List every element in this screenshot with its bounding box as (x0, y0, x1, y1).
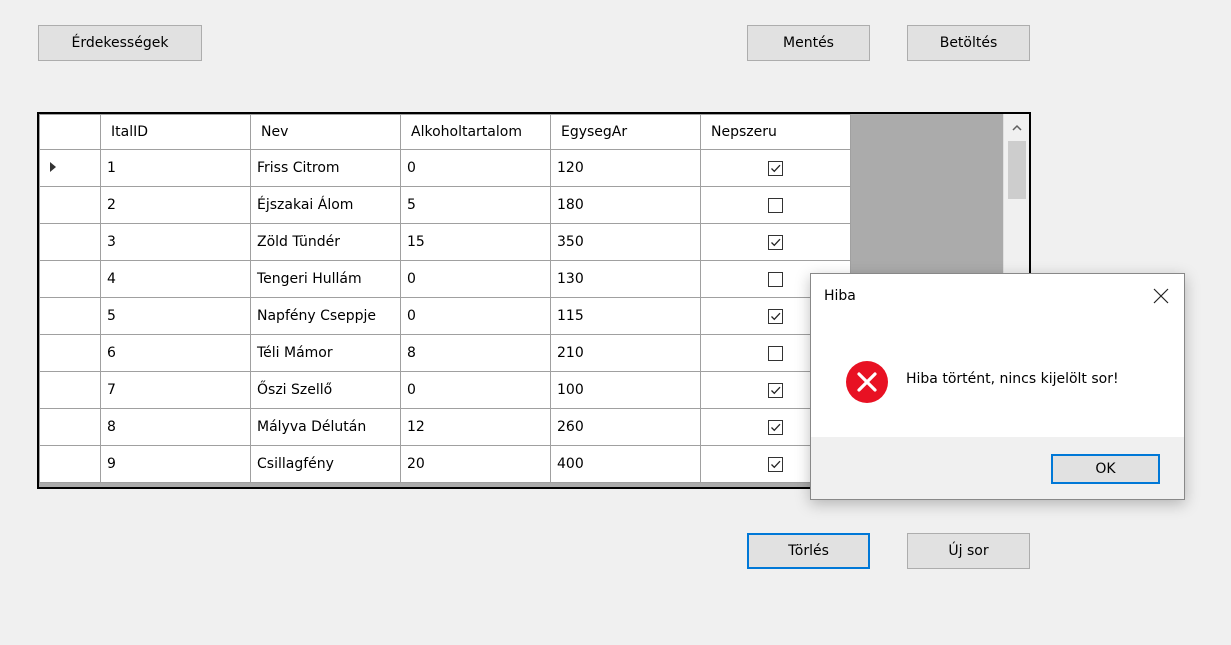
cell-alkoholtartalom[interactable]: 0 (400, 260, 551, 298)
cell-egysegar[interactable]: 115 (550, 297, 701, 335)
interests-button[interactable]: Érdekességek (38, 25, 202, 61)
table-row[interactable]: 6 Téli Mámor 8 210 (39, 334, 851, 372)
cell-egysegar[interactable]: 180 (550, 186, 701, 224)
checked-checkbox[interactable] (768, 160, 783, 176)
cell-alkoholtartalom[interactable]: 20 (400, 445, 551, 483)
row-header[interactable] (39, 149, 101, 187)
cell-alkoholtartalom[interactable]: 0 (400, 149, 551, 187)
cell-egysegar[interactable]: 130 (550, 260, 701, 298)
cell-italid[interactable]: 2 (100, 186, 251, 224)
cell-nev[interactable]: Mályva Délután (250, 408, 401, 446)
checked-checkbox[interactable] (768, 419, 783, 435)
row-header[interactable] (39, 445, 101, 483)
delete-button[interactable]: Törlés (747, 533, 870, 569)
column-header-egysegar[interactable]: EgysegAr (550, 114, 701, 150)
row-header[interactable] (39, 408, 101, 446)
scroll-up-arrow-icon[interactable] (1004, 114, 1029, 140)
table-row[interactable]: 2 Éjszakai Álom 5 180 (39, 186, 851, 224)
unchecked-checkbox[interactable] (768, 271, 783, 287)
row-header[interactable] (39, 297, 101, 335)
column-header-italid[interactable]: ItalID (100, 114, 251, 150)
cell-alkoholtartalom[interactable]: 0 (400, 371, 551, 409)
cell-nepszeru[interactable] (700, 186, 851, 224)
cell-nev[interactable]: Őszi Szellő (250, 371, 401, 409)
cell-nepszeru[interactable] (700, 149, 851, 187)
row-header-corner[interactable] (39, 114, 101, 150)
cell-egysegar[interactable]: 350 (550, 223, 701, 261)
cell-alkoholtartalom[interactable]: 8 (400, 334, 551, 372)
current-row-arrow-icon (50, 162, 56, 172)
table-row[interactable]: 3 Zöld Tündér 15 350 (39, 223, 851, 261)
cell-alkoholtartalom[interactable]: 5 (400, 186, 551, 224)
row-header[interactable] (39, 371, 101, 409)
cell-nepszeru[interactable] (700, 223, 851, 261)
cell-nev[interactable]: Napfény Cseppje (250, 297, 401, 335)
cell-italid[interactable]: 4 (100, 260, 251, 298)
save-button[interactable]: Mentés (747, 25, 870, 61)
cell-italid[interactable]: 3 (100, 223, 251, 261)
checked-checkbox[interactable] (768, 456, 783, 472)
dialog-footer: OK (811, 437, 1184, 499)
close-icon[interactable] (1152, 287, 1170, 305)
cell-nev[interactable]: Éjszakai Álom (250, 186, 401, 224)
new-row-button[interactable]: Új sor (907, 533, 1030, 569)
column-header-alkoholtartalom[interactable]: Alkoholtartalom (400, 114, 551, 150)
cell-egysegar[interactable]: 260 (550, 408, 701, 446)
unchecked-checkbox[interactable] (768, 345, 783, 361)
cell-egysegar[interactable]: 100 (550, 371, 701, 409)
row-header[interactable] (39, 223, 101, 261)
cell-alkoholtartalom[interactable]: 12 (400, 408, 551, 446)
row-header[interactable] (39, 186, 101, 224)
cell-alkoholtartalom[interactable]: 15 (400, 223, 551, 261)
ok-button[interactable]: OK (1051, 454, 1160, 484)
dialog-message: Hiba történt, nincs kijelölt sor! (906, 371, 1119, 387)
unchecked-checkbox[interactable] (768, 197, 783, 213)
table-row[interactable]: 8 Mályva Délután 12 260 (39, 408, 851, 446)
cell-italid[interactable]: 7 (100, 371, 251, 409)
cell-nev[interactable]: Csillagfény (250, 445, 401, 483)
cell-nev[interactable]: Tengeri Hullám (250, 260, 401, 298)
table-row[interactable]: 7 Őszi Szellő 0 100 (39, 371, 851, 409)
checked-checkbox[interactable] (768, 308, 783, 324)
table-row[interactable]: 4 Tengeri Hullám 0 130 (39, 260, 851, 298)
cell-egysegar[interactable]: 120 (550, 149, 701, 187)
scrollbar-thumb[interactable] (1008, 141, 1026, 199)
grid-header-row: ItalID Nev Alkoholtartalom EgysegAr Neps… (39, 114, 851, 150)
row-header[interactable] (39, 334, 101, 372)
cell-italid[interactable]: 5 (100, 297, 251, 335)
column-header-nepszeru[interactable]: Nepszeru (700, 114, 851, 150)
dialog-title: Hiba (824, 288, 856, 304)
load-button[interactable]: Betöltés (907, 25, 1030, 61)
checked-checkbox[interactable] (768, 234, 783, 250)
row-header[interactable] (39, 260, 101, 298)
cell-egysegar[interactable]: 400 (550, 445, 701, 483)
cell-alkoholtartalom[interactable]: 0 (400, 297, 551, 335)
error-dialog: Hiba Hiba történt, nincs kijelölt sor! O… (810, 273, 1185, 500)
grid-table: ItalID Nev Alkoholtartalom EgysegAr Neps… (39, 114, 851, 483)
table-row[interactable]: 9 Csillagfény 20 400 (39, 445, 851, 483)
cell-italid[interactable]: 9 (100, 445, 251, 483)
cell-italid[interactable]: 8 (100, 408, 251, 446)
checked-checkbox[interactable] (768, 382, 783, 398)
column-header-nev[interactable]: Nev (250, 114, 401, 150)
cell-italid[interactable]: 1 (100, 149, 251, 187)
cell-nev[interactable]: Zöld Tündér (250, 223, 401, 261)
cell-nev[interactable]: Téli Mámor (250, 334, 401, 372)
cell-italid[interactable]: 6 (100, 334, 251, 372)
table-row[interactable]: 5 Napfény Cseppje 0 115 (39, 297, 851, 335)
error-icon (845, 360, 889, 404)
cell-egysegar[interactable]: 210 (550, 334, 701, 372)
cell-nev[interactable]: Friss Citrom (250, 149, 401, 187)
table-row[interactable]: 1 Friss Citrom 0 120 (39, 149, 851, 187)
